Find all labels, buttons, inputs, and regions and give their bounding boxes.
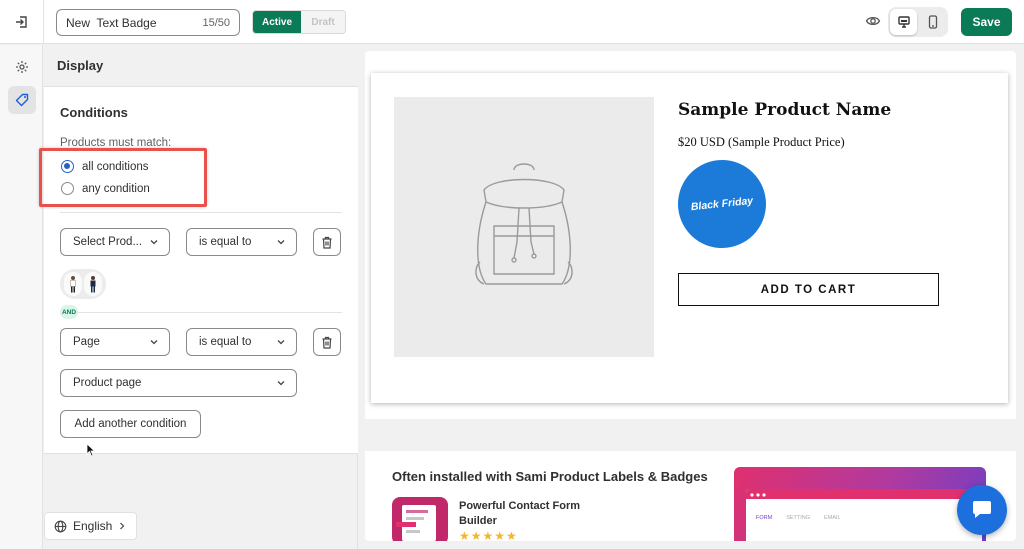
mouse-cursor-icon — [86, 443, 96, 457]
promo-tabs: FORM SETTING EMAIL — [756, 515, 841, 521]
promo-banner[interactable]: FORM SETTING EMAIL — [734, 467, 986, 541]
divider — [60, 212, 342, 213]
preview-area: Sample Product Name $20 USD (Sample Prod… — [365, 51, 1016, 541]
product-badge: Black Friday — [673, 155, 771, 253]
and-badge: AND — [60, 305, 78, 319]
product-thumbnail — [64, 272, 82, 296]
status-active-button[interactable]: Active — [253, 11, 302, 33]
settings-panel: Display Conditions Products must match: … — [39, 45, 358, 549]
section-divider — [365, 419, 1016, 451]
select-value: Product page — [73, 377, 142, 389]
top-bar: New Text Badge 15/50 Active Draft Save — [0, 0, 1024, 44]
trash-icon[interactable] — [313, 328, 341, 356]
eye-icon[interactable] — [865, 13, 883, 31]
promo-tab: EMAIL — [824, 515, 841, 521]
chevron-down-icon — [150, 340, 158, 345]
chevron-down-icon — [277, 381, 285, 386]
chevron-down-icon — [150, 240, 158, 245]
left-rail — [0, 45, 43, 549]
add-to-cart-button[interactable]: ADD TO CART — [678, 273, 939, 306]
language-label: English — [73, 519, 113, 533]
divider — [43, 0, 44, 44]
promo-window-bar — [746, 489, 982, 499]
condition-operator-select[interactable]: is equal to — [186, 228, 297, 256]
conditions-title: Conditions — [60, 105, 128, 120]
device-toggle — [888, 7, 948, 37]
chevron-right-icon — [120, 522, 125, 530]
condition-value-select[interactable]: Product page — [60, 369, 297, 397]
promo-window: FORM SETTING EMAIL — [746, 489, 982, 541]
trash-icon[interactable] — [313, 228, 341, 256]
character-count: 15/50 — [202, 16, 230, 29]
mobile-icon[interactable] — [919, 9, 946, 35]
app-name[interactable]: Powerful Contact Form Builder — [459, 499, 609, 529]
condition-field-select[interactable]: Page — [60, 328, 170, 356]
select-value: is equal to — [199, 236, 252, 248]
exit-icon[interactable] — [12, 12, 32, 32]
selected-products-thumbnails[interactable] — [60, 269, 106, 299]
conditions-card: Conditions Products must match: all cond… — [39, 87, 358, 454]
product-thumbnail — [84, 272, 102, 296]
product-image — [394, 97, 654, 357]
gear-icon[interactable] — [8, 53, 36, 81]
app-icon[interactable] — [392, 497, 448, 541]
chat-icon[interactable] — [957, 485, 1007, 535]
product-preview-card: Sample Product Name $20 USD (Sample Prod… — [371, 73, 1008, 403]
divider — [60, 312, 342, 313]
desktop-icon[interactable] — [890, 9, 917, 35]
product-name: Sample Product Name — [678, 100, 892, 120]
promo-tab: FORM — [756, 515, 773, 521]
status-toggle: Active Draft — [252, 10, 347, 34]
select-value: Select Prod... — [73, 236, 143, 248]
backpack-icon — [475, 163, 573, 285]
condition-field-select[interactable]: Select Prod... — [60, 228, 170, 256]
annotation-highlight — [39, 148, 207, 207]
language-selector[interactable]: English — [44, 512, 137, 540]
select-value: Page — [73, 336, 100, 348]
select-value: is equal to — [199, 336, 252, 348]
tag-icon[interactable] — [8, 86, 36, 114]
badge-name-input[interactable]: New Text Badge 15/50 — [56, 9, 240, 36]
badge-name-value: New Text Badge — [66, 15, 157, 30]
condition-operator-select[interactable]: is equal to — [186, 328, 297, 356]
often-installed-title: Often installed with Sami Product Labels… — [392, 469, 708, 484]
promo-tab: SETTING — [786, 515, 811, 521]
chevron-down-icon — [277, 240, 285, 245]
save-button[interactable]: Save — [961, 8, 1012, 36]
add-condition-button[interactable]: Add another condition — [60, 410, 201, 438]
panel-title: Display — [44, 45, 358, 87]
chevron-down-icon — [277, 340, 285, 345]
globe-icon — [54, 520, 67, 532]
product-price: $20 USD (Sample Product Price) — [678, 135, 845, 149]
rating-stars: ★★★★★ — [459, 529, 518, 541]
status-draft-button[interactable]: Draft — [301, 11, 346, 33]
